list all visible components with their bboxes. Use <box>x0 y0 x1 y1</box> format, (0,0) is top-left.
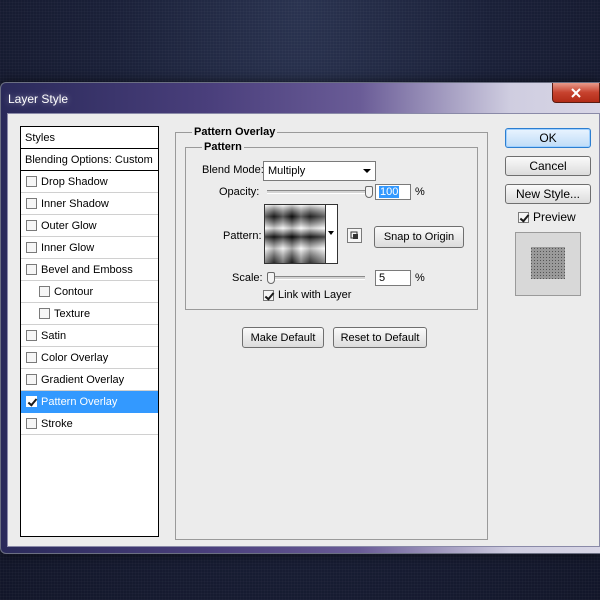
scale-input[interactable]: 5 <box>375 270 411 286</box>
layer-style-dialog: Layer Style Styles Blending Options: Cus… <box>0 82 600 554</box>
style-item-checkbox[interactable] <box>26 352 37 363</box>
style-item-checkbox[interactable] <box>26 176 37 187</box>
style-item-checkbox[interactable] <box>26 330 37 341</box>
preview-thumbnail <box>531 247 565 279</box>
pattern-label: Pattern: <box>223 230 262 242</box>
style-item[interactable]: Inner Shadow <box>21 193 158 215</box>
window-title: Layer Style <box>8 92 69 106</box>
style-item-label: Drop Shadow <box>41 175 108 188</box>
blend-mode-select[interactable]: Multiply <box>263 161 376 181</box>
scale-slider-thumb[interactable] <box>267 272 275 284</box>
style-item-checkbox[interactable] <box>26 220 37 231</box>
style-item-label: Outer Glow <box>41 219 97 232</box>
blend-mode-value: Multiply <box>268 165 306 177</box>
style-item-checkbox[interactable] <box>26 396 37 407</box>
scale-percent: % <box>415 272 425 284</box>
preview-label: Preview <box>533 210 576 224</box>
dialog-body: Styles Blending Options: Custom Drop Sha… <box>7 113 600 547</box>
opacity-value: 100 <box>379 186 400 198</box>
cancel-button[interactable]: Cancel <box>505 156 591 176</box>
style-item-label: Texture <box>54 307 91 320</box>
style-item[interactable]: Drop Shadow <box>21 171 158 193</box>
snap-to-origin-button[interactable]: Snap to Origin <box>374 226 464 248</box>
pattern-dropdown-button[interactable] <box>326 204 338 264</box>
style-item-checkbox[interactable] <box>39 308 50 319</box>
new-preset-button[interactable] <box>347 228 362 243</box>
new-preset-icon <box>350 231 358 239</box>
style-item-checkbox[interactable] <box>26 198 37 209</box>
style-item-checkbox[interactable] <box>26 242 37 253</box>
pattern-picker[interactable] <box>264 204 326 264</box>
new-style-button[interactable]: New Style... <box>505 184 591 204</box>
style-item-label: Stroke <box>41 417 73 430</box>
blend-mode-label: Blend Mode: <box>202 164 264 176</box>
style-item-checkbox[interactable] <box>26 418 37 429</box>
group-title: Pattern <box>202 141 244 153</box>
style-item[interactable]: Color Overlay <box>21 347 158 369</box>
opacity-label: Opacity: <box>219 186 260 198</box>
style-item-label: Gradient Overlay <box>41 373 125 386</box>
ok-button[interactable]: OK <box>505 128 591 148</box>
style-item[interactable]: Stroke <box>21 413 158 435</box>
style-item-label: Contour <box>54 285 94 298</box>
style-item-label: Inner Shadow <box>41 197 109 210</box>
style-item[interactable]: Contour <box>21 281 158 303</box>
make-default-button[interactable]: Make Default <box>242 327 324 348</box>
opacity-percent: % <box>415 186 425 198</box>
style-item[interactable]: Satin <box>21 325 158 347</box>
style-item[interactable]: Inner Glow <box>21 237 158 259</box>
blending-options-item[interactable]: Blending Options: Custom <box>21 149 158 171</box>
style-item-checkbox[interactable] <box>26 264 37 275</box>
style-item-label: Bevel and Emboss <box>41 263 133 276</box>
chevron-down-icon <box>363 169 371 173</box>
opacity-slider-thumb[interactable] <box>365 186 373 198</box>
style-item[interactable]: Bevel and Emboss <box>21 259 158 281</box>
style-item-checkbox[interactable] <box>26 374 37 385</box>
section-title: Pattern Overlay <box>192 126 278 138</box>
scale-slider[interactable] <box>267 276 365 280</box>
pattern-overlay-section: Pattern Overlay Pattern Blend Mode: Mult… <box>175 126 488 540</box>
preview-check[interactable] <box>518 211 529 223</box>
styles-list: Styles Blending Options: Custom Drop Sha… <box>20 126 159 537</box>
style-item[interactable]: Pattern Overlay <box>21 391 158 413</box>
style-item-label: Color Overlay <box>41 351 109 364</box>
scale-label: Scale: <box>232 272 263 284</box>
preview-checkbox[interactable]: Preview <box>518 210 576 224</box>
style-item[interactable]: Gradient Overlay <box>21 369 158 391</box>
link-with-layer-checkbox[interactable]: Link with Layer <box>263 289 351 301</box>
link-with-layer-label: Link with Layer <box>278 289 352 301</box>
pattern-swatch-icon <box>265 205 325 263</box>
link-with-layer-check[interactable] <box>263 289 274 301</box>
close-button[interactable] <box>552 83 600 103</box>
opacity-slider[interactable] <box>267 190 371 194</box>
pattern-group: Pattern Blend Mode: Multiply Opacity: 10… <box>185 141 478 310</box>
style-items: Drop Shadow Inner Shadow Outer Glow Inner G… <box>21 171 158 435</box>
style-item[interactable]: Outer Glow <box>21 215 158 237</box>
close-icon <box>571 87 581 98</box>
style-item-label: Pattern Overlay <box>41 395 118 408</box>
title-bar[interactable]: Layer Style <box>1 83 600 113</box>
style-item[interactable]: Texture <box>21 303 158 325</box>
style-item-checkbox[interactable] <box>39 286 50 297</box>
styles-header[interactable]: Styles <box>21 127 158 149</box>
chevron-down-icon <box>328 231 334 235</box>
opacity-input[interactable]: 100 <box>375 184 411 200</box>
reset-to-default-button[interactable]: Reset to Default <box>333 327 427 348</box>
style-item-label: Inner Glow <box>41 241 95 254</box>
style-preview <box>515 232 581 296</box>
style-item-label: Satin <box>41 329 67 342</box>
